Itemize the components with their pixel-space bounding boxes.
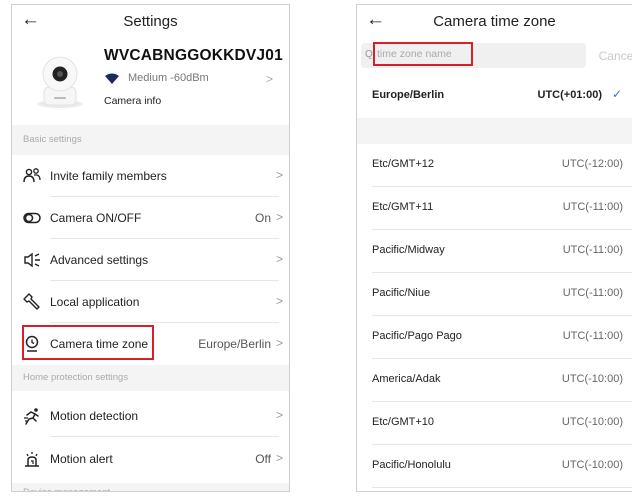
- time-zone-name: Pacific/Niue: [372, 287, 431, 299]
- device-name: WVCABNGGOKKDVJ01: [104, 47, 283, 64]
- time-zone-name: Etc/GMT+10: [372, 416, 435, 428]
- time-zone-offset: UTC(-11:00): [562, 330, 623, 342]
- chevron-right-icon: >: [275, 408, 283, 422]
- camera-info-label: Camera info: [104, 95, 162, 107]
- row-label: Local application: [50, 295, 140, 309]
- time-zone-item[interactable]: Etc/GMT+11 UTC(-11:00): [357, 187, 632, 230]
- section-device-management: Device management: [12, 483, 289, 491]
- time-zone-name: Pacific/Midway: [372, 244, 445, 256]
- row-advanced-settings[interactable]: Advanced settings >: [12, 239, 289, 281]
- row-label: Motion alert: [50, 452, 113, 466]
- time-zone-offset: UTC(-10:00): [561, 416, 623, 428]
- row-label: Motion detection: [50, 409, 139, 423]
- row-local-application[interactable]: Local application >: [12, 281, 289, 323]
- alert-bell-icon: [25, 452, 39, 467]
- checkmark-icon: ✓: [611, 87, 622, 101]
- chevron-right-icon: >: [265, 72, 273, 86]
- time-zone-name: Europe/Berlin: [372, 89, 445, 101]
- time-zone-item[interactable]: Pacific/Midway UTC(-11:00): [357, 230, 632, 273]
- time-zone-item[interactable]: Pacific/Niue UTC(-11:00): [357, 273, 632, 316]
- row-invite-family[interactable]: Invite family members >: [12, 155, 289, 197]
- time-zone-name: America/Adak: [372, 373, 441, 385]
- time-zone-item[interactable]: America/Adak UTC(-10:00): [357, 359, 632, 402]
- row-motion-alert[interactable]: Motion alert Off >: [12, 438, 289, 480]
- row-label: Advanced settings: [50, 253, 149, 267]
- time-zone-item[interactable]: Etc/GMT+12 UTC(-12:00): [357, 144, 632, 187]
- row-label: Invite family members: [50, 169, 167, 183]
- highlight-box: [22, 325, 154, 360]
- time-zone-offset: UTC(-12:00): [561, 158, 623, 170]
- time-zone-name: Pacific/Honolulu: [372, 459, 451, 471]
- wrench-icon: [23, 293, 40, 310]
- speaker-icon: [24, 252, 40, 268]
- settings-screen: ← Settings WVCABNGGOKKDVJ01 Medium -60dB…: [11, 4, 290, 492]
- time-zone-item[interactable]: Etc/GMT+10 UTC(-10:00): [357, 402, 632, 445]
- time-zone-offset: UTC(-11:00): [562, 244, 623, 256]
- chevron-right-icon: >: [275, 168, 283, 182]
- time-zone-name: Pacific/Pago Pago: [372, 330, 462, 342]
- chevron-right-icon: >: [275, 294, 283, 308]
- time-zone-value: Europe/Berlin: [198, 337, 271, 351]
- time-zone-offset: UTC(+01:00): [537, 89, 603, 101]
- row-motion-detection[interactable]: Motion detection >: [12, 395, 289, 437]
- wifi-icon: [105, 73, 119, 84]
- camera-status-value: On: [254, 211, 271, 225]
- signal-strength: Medium -60dBm: [128, 72, 209, 84]
- family-icon: [23, 168, 41, 183]
- section-home-protection: Home protection settings: [12, 365, 289, 391]
- time-zone-name: Etc/GMT+11: [372, 201, 434, 213]
- chevron-right-icon: >: [275, 252, 283, 266]
- divider: [50, 436, 279, 437]
- settings-header: ← Settings: [12, 5, 289, 39]
- time-zone-offset: UTC(-11:00): [562, 201, 623, 213]
- row-camera-on-off[interactable]: Camera ON/OFF On >: [12, 197, 289, 239]
- time-zone-offset: UTC(-11:00): [562, 287, 623, 299]
- time-zone-item[interactable]: Pacific/Honolulu UTC(-10:00): [357, 445, 632, 488]
- divider: [372, 487, 632, 488]
- time-zone-offset: UTC(-10:00): [561, 459, 623, 471]
- time-zone-item[interactable]: Pacific/Pago Pago UTC(-11:00): [357, 316, 632, 359]
- time-zone-offset: UTC(-10:00): [561, 373, 623, 385]
- running-icon: [24, 408, 39, 425]
- camera-device-icon: [37, 56, 83, 108]
- selected-time-zone[interactable]: Europe/Berlin UTC(+01:00) ✓: [357, 75, 632, 118]
- chevron-right-icon: >: [275, 210, 283, 224]
- time-zone-name: Etc/GMT+12: [372, 158, 435, 170]
- row-label: Camera ON/OFF: [50, 211, 142, 225]
- chevron-right-icon: >: [275, 451, 283, 465]
- page-title: Settings: [123, 13, 178, 30]
- chevron-right-icon: >: [275, 336, 283, 350]
- list-separator: [357, 118, 632, 144]
- page-title: Camera time zone: [433, 13, 556, 30]
- search-icon: Q: [365, 49, 373, 60]
- cancel-button[interactable]: Cancel: [599, 49, 632, 63]
- highlight-box: [373, 42, 473, 66]
- time-zone-header: ← Camera time zone: [357, 5, 632, 39]
- motion-alert-value: Off: [255, 452, 271, 466]
- time-zone-screen: ← Camera time zone Q Cancel Europe/Berli…: [356, 4, 632, 492]
- section-basic-settings: Basic settings: [12, 125, 289, 155]
- toggle-icon: [23, 212, 41, 224]
